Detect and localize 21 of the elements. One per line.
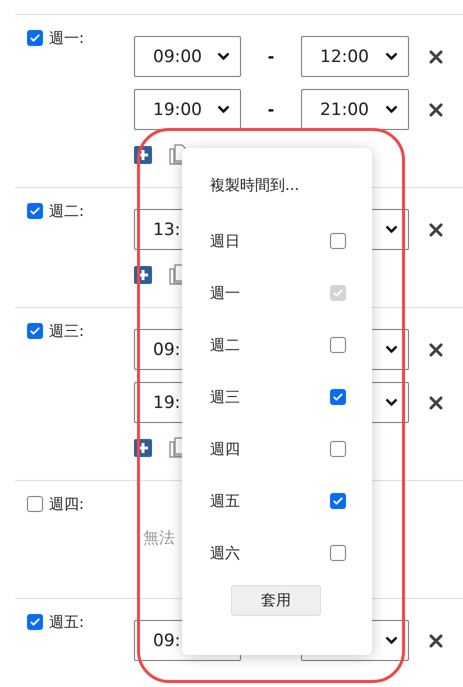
day-label: 週一: — [49, 29, 84, 48]
day-option-label: 週三 — [210, 388, 240, 406]
day-option-label: 週六 — [210, 544, 240, 562]
day-label: 週四: — [49, 495, 84, 514]
apply-button[interactable]: 套用 — [231, 585, 321, 616]
range-dash: - — [268, 100, 274, 119]
day-label: 週三: — [49, 322, 84, 341]
day-option-label: 週一 — [210, 284, 240, 302]
day-option-label: 週日 — [210, 232, 240, 250]
day-label: 週五: — [49, 613, 84, 632]
day-label: 週二: — [49, 202, 84, 221]
time-select[interactable]: 12:00 — [301, 36, 409, 77]
day-option-label: 週二 — [210, 336, 240, 354]
range-dash: - — [268, 47, 274, 66]
unavailable-note: 無法 — [143, 528, 175, 549]
time-select[interactable]: 21:00 — [301, 89, 409, 130]
popup-title: 複製時間到... — [210, 176, 300, 196]
day-option-label: 週四 — [210, 440, 240, 458]
day-option-label: 週五 — [210, 492, 240, 510]
time-select[interactable]: 19:00 — [134, 89, 241, 130]
time-select[interactable]: 09:00 — [134, 36, 241, 77]
